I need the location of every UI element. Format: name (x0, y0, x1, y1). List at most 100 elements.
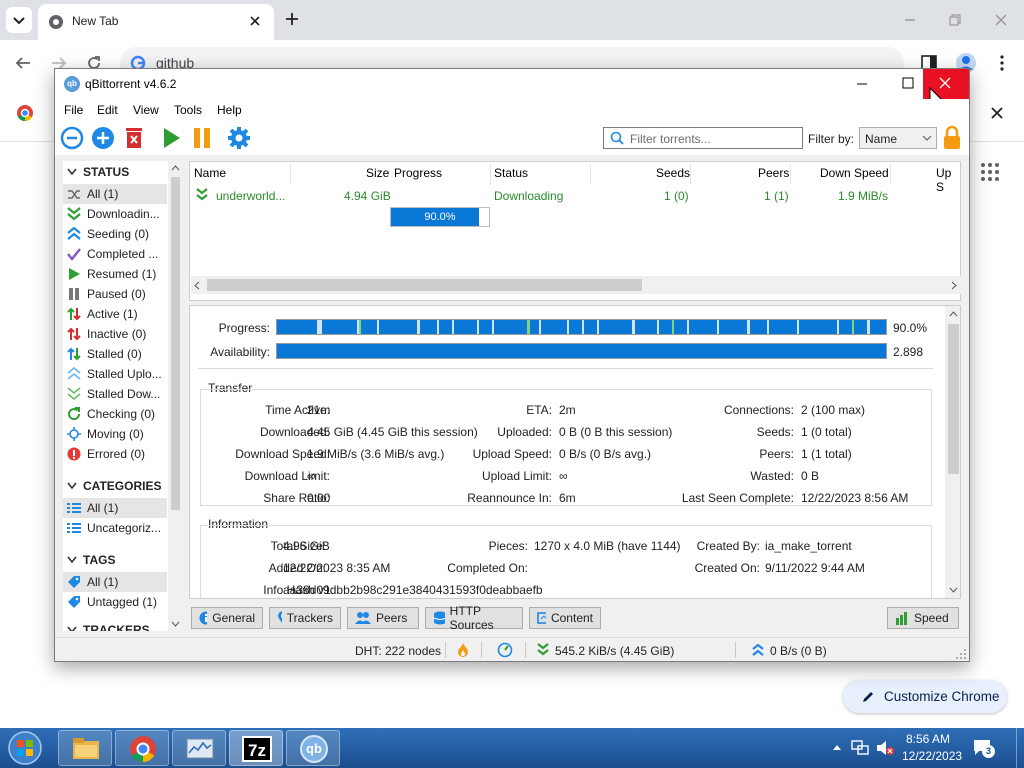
taskbar-chrome[interactable] (115, 730, 169, 766)
sidebar-status-item[interactable]: Errored (0) (63, 444, 167, 464)
status-section-header[interactable]: STATUS (67, 165, 129, 179)
sidebar-status-item[interactable]: Stalled (0) (63, 344, 167, 364)
tab-http-sources[interactable]: HTTP Sources (425, 604, 523, 632)
menu-tools[interactable]: Tools (174, 103, 202, 117)
filter-torrents-input[interactable]: Filter torrents... (603, 127, 803, 149)
tab-peers[interactable]: Peers (347, 607, 419, 629)
close-icon[interactable] (246, 12, 264, 30)
taskbar-7zip[interactable]: 7z (229, 730, 283, 766)
sidebar-status-item[interactable]: Stalled Dow... (63, 384, 167, 404)
add-link-icon[interactable] (60, 126, 84, 150)
scroll-down-icon[interactable] (171, 621, 180, 627)
customize-chrome-button[interactable]: Customize Chrome (843, 680, 1007, 713)
column-down-speed[interactable]: Down Speed (820, 166, 889, 186)
filter-by-select[interactable]: Name (859, 127, 937, 149)
tab-content[interactable]: Content (529, 607, 601, 629)
delete-icon[interactable] (122, 126, 146, 150)
category-all[interactable]: All (1) (63, 498, 167, 518)
clock-time[interactable]: 8:56 AM (906, 732, 950, 746)
title-bar[interactable]: qb qBittorrent v4.6.2 (55, 69, 969, 109)
minimize-icon[interactable] (839, 69, 885, 99)
back-arrow-icon[interactable] (14, 54, 32, 72)
sidebar-status-item[interactable]: Stalled Uplo... (63, 364, 167, 384)
tab-general[interactable]: General (191, 607, 263, 629)
column-status[interactable]: Status (494, 166, 528, 186)
categories-section-header[interactable]: CATEGORIES (67, 479, 161, 493)
created-by-value: ia_make_torrent (765, 539, 852, 553)
action-center-button[interactable]: 3 (972, 738, 995, 758)
resize-grip-icon[interactable] (955, 648, 967, 660)
network-icon[interactable] (850, 739, 870, 757)
resume-icon[interactable] (159, 126, 183, 150)
sidebar-status-item[interactable]: Resumed (1) (63, 264, 167, 284)
restore-icon[interactable] (947, 12, 963, 28)
download-chevron-icon (537, 643, 549, 656)
sidebar-status-item[interactable]: Downloadin... (63, 204, 167, 224)
piece-marker (359, 320, 361, 334)
menu-view[interactable]: View (133, 103, 159, 117)
sidebar-status-item[interactable]: Active (1) (63, 304, 167, 324)
lock-icon[interactable] (941, 125, 963, 151)
chrome-tab-new-tab[interactable]: New Tab (38, 4, 274, 40)
scroll-left-icon[interactable] (194, 281, 200, 290)
connections-label: Connections: (723, 403, 794, 417)
speed-limit-icon[interactable] (497, 642, 513, 658)
dismiss-icon[interactable] (990, 106, 1004, 120)
sidebar-status-item[interactable]: Paused (0) (63, 284, 167, 304)
tag-untagged[interactable]: Untagged (1) (63, 592, 167, 612)
scroll-up-icon[interactable] (949, 311, 958, 317)
details-scrollbar[interactable] (945, 306, 960, 598)
scrollbar-thumb[interactable] (207, 279, 642, 291)
scrollbar-thumb[interactable] (171, 177, 180, 510)
taskbar-file-explorer[interactable] (58, 730, 112, 766)
upload-speed-label: Upload Speed: (472, 447, 552, 461)
sidebar-status-item[interactable]: Checking (0) (63, 404, 167, 424)
start-button-icon[interactable] (4, 728, 46, 768)
more-vert-icon[interactable] (994, 54, 1010, 72)
tab-search-button[interactable] (6, 7, 32, 33)
column-name[interactable]: Name (194, 166, 226, 186)
trackers-section-header[interactable]: TRACKERS (67, 623, 150, 631)
taskbar-system-monitor[interactable] (172, 730, 226, 766)
menu-edit[interactable]: Edit (97, 103, 118, 117)
clock-date[interactable]: 12/22/2023 (902, 749, 962, 763)
sidebar-status-item[interactable]: Moving (0) (63, 424, 167, 444)
add-torrent-icon[interactable] (91, 126, 115, 150)
column-seeds[interactable]: Seeds (656, 166, 690, 186)
column-size[interactable]: Size (366, 166, 389, 186)
tags-section-header[interactable]: TAGS (67, 553, 115, 567)
column-up-speed[interactable]: Up S (936, 166, 960, 194)
sidebar-status-item[interactable]: All (1) (63, 184, 167, 204)
sidebar-scrollbar[interactable] (168, 161, 183, 631)
tag-all[interactable]: All (1) (63, 572, 167, 592)
table-row[interactable]: underworld... 4.94 GiB 90.0% Downloading… (190, 184, 960, 227)
apps-grid-icon[interactable] (980, 162, 1000, 182)
sidebar-status-item[interactable]: Inactive (0) (63, 324, 167, 344)
scroll-down-icon[interactable] (949, 587, 958, 593)
menu-help[interactable]: Help (217, 103, 242, 117)
sidebar-status-item[interactable]: Completed ... (63, 244, 167, 264)
window-close-icon[interactable] (993, 12, 1009, 28)
piece-marker (539, 320, 541, 334)
pause-icon[interactable] (190, 126, 214, 150)
tab-trackers[interactable]: Trackers (269, 607, 341, 629)
scroll-right-icon[interactable] (951, 281, 957, 290)
tab-speed[interactable]: Speed (887, 607, 959, 629)
show-hidden-icons-icon[interactable] (832, 743, 842, 751)
minimize-icon[interactable] (902, 12, 918, 28)
sidebar-status-item[interactable]: Seeding (0) (63, 224, 167, 244)
settings-gear-icon[interactable] (227, 126, 251, 150)
show-desktop-button[interactable] (1016, 728, 1024, 768)
horizontal-scrollbar[interactable] (191, 276, 961, 294)
column-progress[interactable]: Progress (394, 166, 442, 186)
download-chevron-icon (196, 188, 208, 201)
upload-limit-label: Upload Limit: (481, 469, 552, 483)
taskbar-qbittorrent[interactable]: qb (286, 730, 340, 766)
volume-muted-icon[interactable] (875, 739, 895, 757)
menu-file[interactable]: File (64, 103, 83, 117)
category-uncategorized[interactable]: Uncategoriz... (63, 518, 167, 538)
scroll-up-icon[interactable] (171, 165, 180, 171)
column-peers[interactable]: Peers (758, 166, 789, 186)
scrollbar-thumb[interactable] (948, 324, 959, 474)
plus-icon[interactable] (283, 10, 301, 28)
